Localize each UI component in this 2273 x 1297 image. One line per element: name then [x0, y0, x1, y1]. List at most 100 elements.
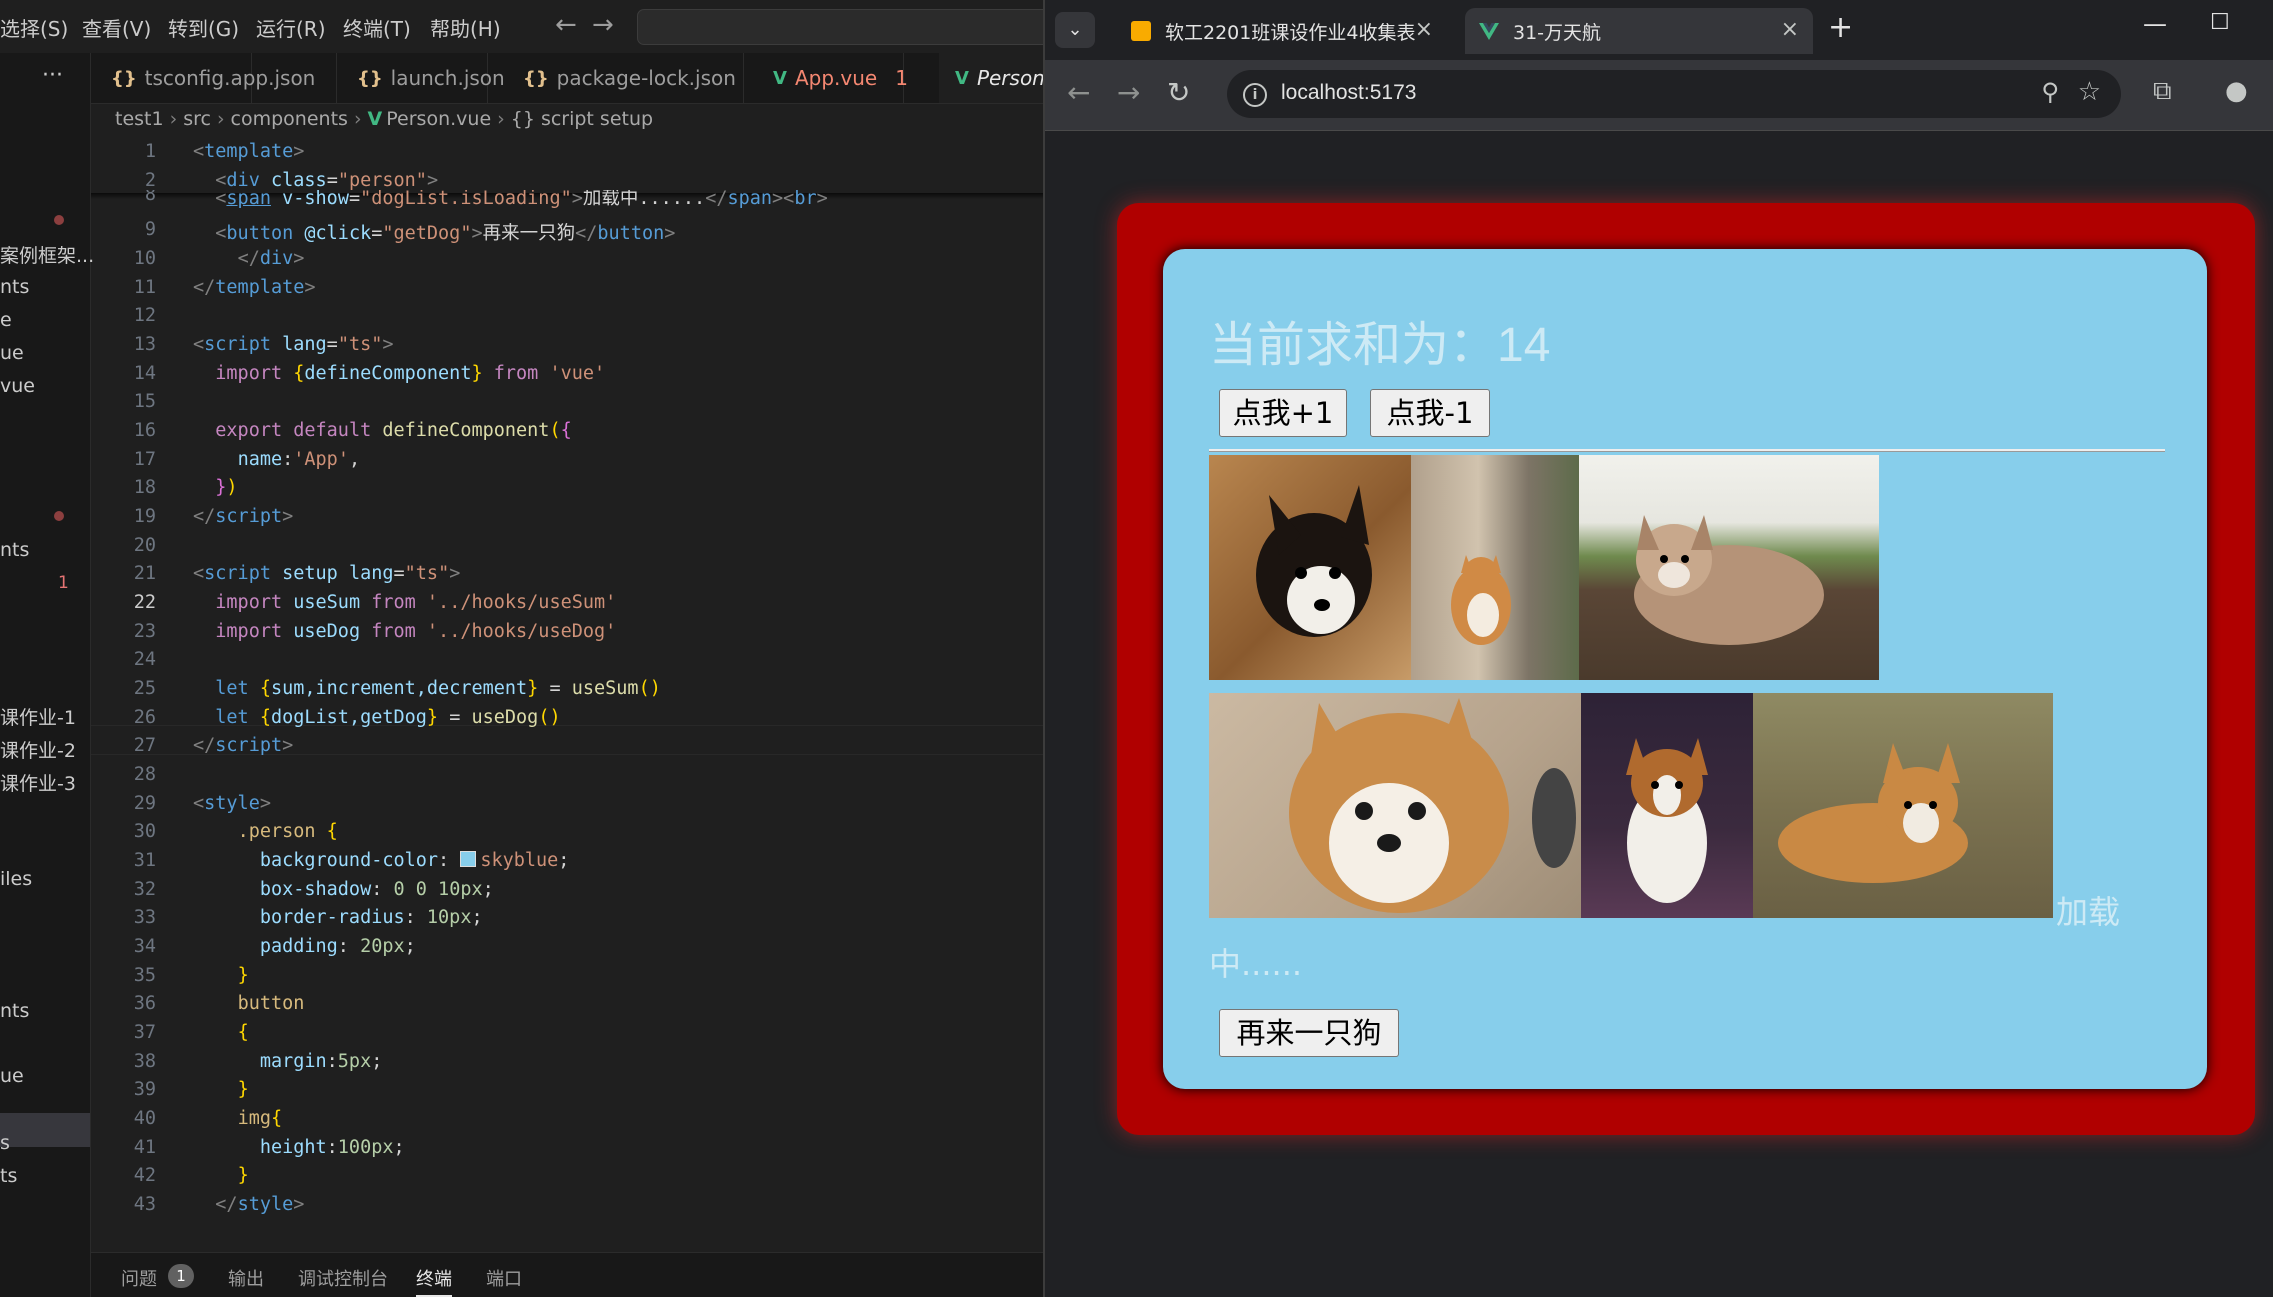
code-line: 37 {	[91, 1022, 1043, 1050]
minimize-icon[interactable]: —	[2143, 10, 2167, 38]
code-editor[interactable]: 1 <template> 2 <div class="person"> 8 <sp…	[91, 137, 1043, 1252]
sidebar-item[interactable]: vue	[0, 375, 35, 397]
line-number: 17	[133, 449, 156, 470]
menu-view[interactable]: 查看(V)	[82, 13, 151, 42]
back-arrow-icon[interactable]: ←	[555, 10, 577, 40]
tab-label: launch.json	[390, 66, 505, 90]
more-dog-button[interactable]: 再来一只狗	[1219, 1009, 1399, 1057]
tab-app-vue[interactable]: V App.vue 1	[763, 53, 908, 103]
breadcrumb-item[interactable]: src	[183, 108, 211, 130]
person-card: 当前求和为：14 点我+1 点我-1 加载 中...... 再来一只狗	[1163, 249, 2207, 1089]
color-swatch[interactable]	[460, 851, 477, 867]
site-info-icon[interactable]: i	[1243, 83, 1267, 107]
code-token: button	[226, 223, 294, 244]
tab-search-button[interactable]: ⌄	[1055, 12, 1095, 48]
code-token: 10px	[426, 907, 472, 928]
code-line: 18 })	[91, 477, 1043, 505]
sidebar-item[interactable]: ue	[0, 342, 24, 364]
close-icon[interactable]: ×	[1781, 17, 1799, 42]
forward-icon[interactable]: →	[1117, 76, 1140, 109]
corgi-photo-6	[1753, 693, 2053, 918]
increment-button[interactable]: 点我+1	[1219, 389, 1347, 437]
menu-goto[interactable]: 转到(G)	[168, 13, 239, 42]
tab-label: App.vue	[794, 66, 878, 90]
sidebar-item[interactable]: 课作业-1	[0, 703, 76, 730]
sidebar-item[interactable]: iles	[0, 868, 32, 890]
tab-terminal[interactable]: 终端	[416, 1265, 452, 1297]
more-actions-icon[interactable]: ···	[42, 63, 63, 88]
forward-arrow-icon[interactable]: →	[592, 10, 614, 40]
close-icon[interactable]: ×	[1415, 17, 1433, 42]
tab-package-lock[interactable]: {} package-lock.json	[503, 53, 744, 103]
breadcrumb-item[interactable]: test1	[115, 108, 164, 130]
bottom-panel-tabs: 问题 1 输出 调试控制台 终端 端口	[91, 1252, 1043, 1297]
code-line: 16 export default defineComponent({	[91, 420, 1043, 448]
sidebar-item[interactable]: ue	[0, 1065, 24, 1087]
code-line: 30 .person {	[91, 821, 1043, 849]
code-token: background-color	[259, 850, 439, 871]
sidebar-item[interactable]: nts	[0, 539, 29, 561]
code-line: 27 </script>	[91, 735, 1043, 763]
tab-launch[interactable]: {} launch.json	[336, 53, 505, 103]
breadcrumb-item[interactable]: Person.vue	[386, 108, 491, 130]
profile-icon[interactable]: ●	[2225, 76, 2248, 106]
tab-problems[interactable]: 问题	[121, 1265, 157, 1291]
command-center[interactable]	[637, 9, 1043, 45]
json-icon: {}	[357, 67, 383, 89]
zoom-icon[interactable]: ⚲	[2041, 78, 2059, 106]
line-number: 27	[133, 735, 156, 756]
line-number: 28	[133, 764, 156, 785]
tab-person-vue[interactable]: V Person	[939, 53, 1043, 103]
sidebar-item[interactable]: nts	[0, 1000, 29, 1022]
bookmark-star-icon[interactable]: ☆	[2078, 77, 2101, 107]
corgi-photo-4	[1209, 693, 1581, 918]
sidebar-item[interactable]: e	[0, 309, 12, 331]
sidebar-item[interactable]: nts	[0, 276, 29, 298]
code-token: name	[237, 449, 283, 470]
vue-icon	[1479, 21, 1499, 41]
browser-toolbar: ← → ↻ i localhost:5173 ⚲ ☆ ⧉ ●	[1045, 60, 2273, 131]
url-text[interactable]: localhost:5173	[1281, 81, 1416, 105]
sidebar-item[interactable]: 课作业-3	[0, 769, 76, 796]
menu-help[interactable]: 帮助(H)	[430, 13, 501, 42]
sidebar-item[interactable]: 案例框架...	[0, 241, 94, 268]
tab-debug-console[interactable]: 调试控制台	[298, 1265, 388, 1291]
maximize-icon[interactable]: ☐	[2210, 10, 2230, 35]
menu-select[interactable]: 选择(S)	[0, 13, 68, 42]
tab-output[interactable]: 输出	[228, 1265, 264, 1291]
vue-icon: V	[367, 108, 383, 130]
back-icon[interactable]: ←	[1067, 76, 1090, 109]
code-token: .person	[237, 821, 316, 842]
line-number: 16	[133, 420, 156, 441]
code-token: margin	[259, 1051, 327, 1072]
breadcrumb-item[interactable]: components	[231, 108, 348, 130]
line-number: 30	[133, 821, 156, 842]
sidebar-item[interactable]: s	[0, 1132, 10, 1154]
extensions-icon[interactable]: ⧉	[2153, 76, 2172, 107]
sidebar-item[interactable]: ts	[0, 1165, 17, 1187]
sidebar-item[interactable]: 课作业-2	[0, 736, 76, 763]
code-token: div	[259, 248, 294, 269]
loading-text: 加载	[2056, 893, 2121, 931]
code-line: 40 img{	[91, 1108, 1043, 1136]
breadcrumb-item[interactable]: script setup	[541, 108, 653, 130]
code-token: "dogList.isLoading"	[360, 190, 572, 208]
line-number: 43	[133, 1194, 156, 1215]
browser-tab-app[interactable]: 31-万天航 ×	[1465, 8, 1813, 54]
line-number: 19	[133, 506, 156, 527]
tab-ports[interactable]: 端口	[486, 1265, 522, 1291]
line-number: 35	[133, 965, 156, 986]
menu-terminal[interactable]: 终端(T)	[343, 13, 411, 42]
new-tab-icon[interactable]: +	[1828, 10, 1853, 45]
address-bar[interactable]: i localhost:5173 ⚲ ☆	[1227, 70, 2121, 118]
line-number: 29	[133, 793, 156, 814]
browser-tab-form[interactable]: 软工2201班课设作业4收集表 ×	[1117, 8, 1447, 54]
code-line: 35 }	[91, 965, 1043, 993]
code-token: lang	[348, 563, 394, 584]
menu-run[interactable]: 运行(R)	[256, 13, 326, 42]
decrement-button[interactable]: 点我-1	[1370, 389, 1490, 437]
tab-tsconfig[interactable]: {} tsconfig.app.json	[91, 53, 315, 103]
code-line: 38 margin:5px;	[91, 1051, 1043, 1079]
reload-icon[interactable]: ↻	[1167, 76, 1190, 109]
line-number: 1	[144, 141, 156, 162]
